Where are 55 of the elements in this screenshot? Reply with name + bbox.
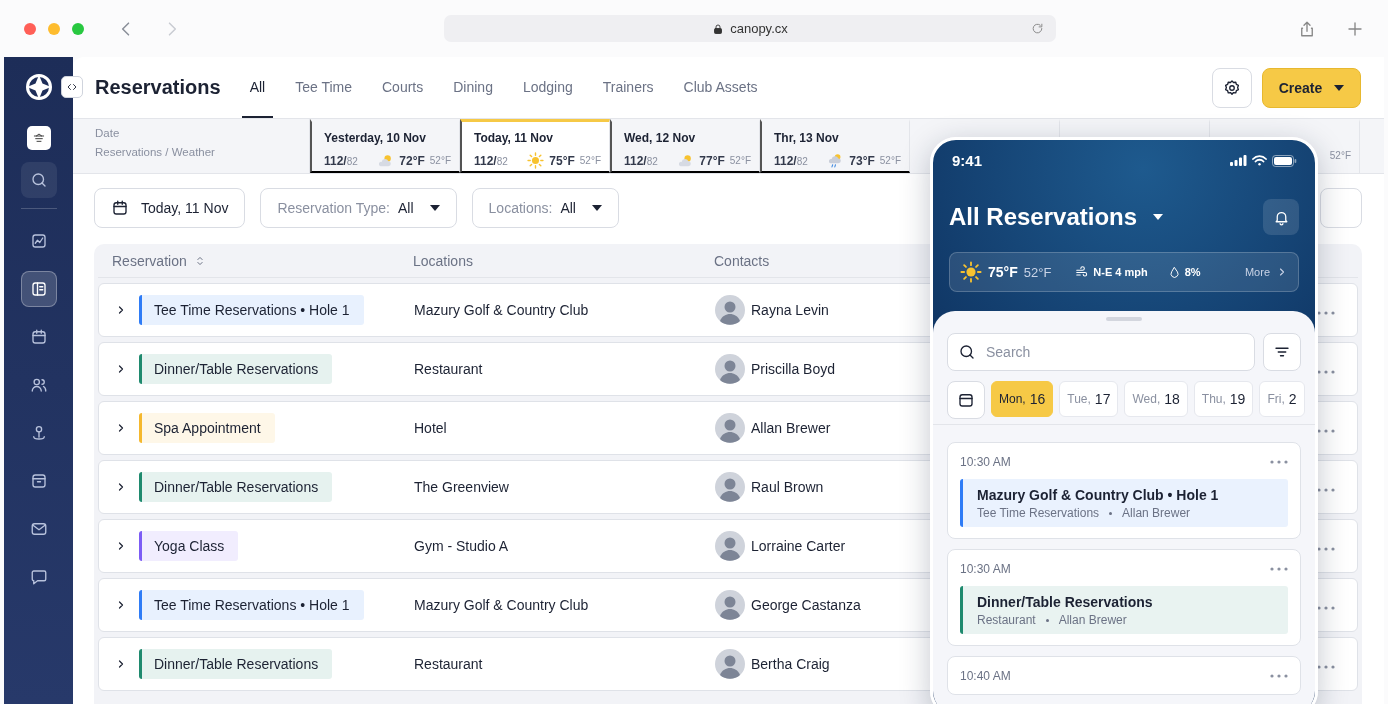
contact-name: Lorraine Carter xyxy=(751,538,846,554)
reservation-details: Dinner/Table Reservations Restaurant Allan Brewer xyxy=(960,586,1288,634)
reservation-tag: Spa Appointment xyxy=(139,413,275,443)
location-cell-text: Hotel xyxy=(414,420,448,436)
location-cell-text: Restaurant xyxy=(414,656,484,672)
low-temperature: 52°F xyxy=(429,155,451,166)
reservation-tag: Dinner/Table Reservations xyxy=(139,649,333,679)
low-temperature: 52°F xyxy=(729,155,751,166)
reservation-count: 112/82 xyxy=(774,153,808,168)
location-cell-text: Mazury Golf & Country Club xyxy=(414,597,590,613)
reservation-type: Restaurant xyxy=(977,613,1036,627)
location-cell-text: Restaurant xyxy=(414,361,484,377)
page-title: Reservations xyxy=(95,76,221,99)
low-temperature: 52°F xyxy=(1023,264,1052,280)
location-cell-text: The Greenview xyxy=(414,479,510,495)
reservation-tag: Yoga Class xyxy=(139,531,239,561)
reservation-time: 10:40 AM xyxy=(960,669,1011,683)
reservation-tag: Dinner/Table Reservations xyxy=(139,472,333,502)
contact-name: Bertha Craig xyxy=(751,656,830,672)
contact-name: George Castanza xyxy=(751,597,861,613)
wind-reading: N-E 4 mph xyxy=(1093,266,1148,278)
reservation-tag: Tee Time Reservations • Hole 1 xyxy=(139,590,364,620)
reservation-tag: Tee Time Reservations • Hole 1 xyxy=(139,295,364,325)
high-temperature: 72°F xyxy=(399,153,425,168)
high-temperature: 75°F xyxy=(988,264,1018,280)
low-temperature: 52°F xyxy=(1329,150,1351,161)
column-label: Date xyxy=(95,127,121,139)
location-cell-text: Mazury Golf & Country Club xyxy=(414,302,590,318)
date-label: Yesterday, 10 Nov xyxy=(324,131,427,146)
low-temperature: 52°F xyxy=(879,155,901,166)
date-label: Wed, 12 Nov xyxy=(624,131,697,146)
reservation-details: Mazury Golf & Country Club • Hole 1 Tee Time Reservations Allan Brewer xyxy=(960,479,1288,527)
contact-name: Allan Brewer xyxy=(751,420,831,436)
rain-chance: 8% xyxy=(1184,266,1201,278)
column-header: Contacts xyxy=(714,252,771,269)
column-header: Locations xyxy=(413,252,474,269)
reservation-time: 10:30 AM xyxy=(960,562,1011,576)
date-label: Thr, 13 Nov xyxy=(774,131,840,146)
status-time: 9:41 xyxy=(952,152,983,169)
reservation-count: 112/82 xyxy=(474,153,508,168)
screen-title: All Reservations xyxy=(949,203,1138,231)
date-label: Today, 11 Nov xyxy=(474,131,554,146)
contact-name: Priscilla Boyd xyxy=(751,361,836,377)
contact-name: Allan Brewer xyxy=(1058,613,1127,627)
low-temperature: 52°F xyxy=(579,155,601,166)
location-cell-text: Gym - Studio A xyxy=(414,538,510,554)
high-temperature: 75°F xyxy=(549,153,575,168)
high-temperature: 77°F xyxy=(699,153,725,168)
high-temperature: 73°F xyxy=(849,153,875,168)
contact-name: Raul Brown xyxy=(751,479,824,495)
column-label: Reservations / Weather xyxy=(95,146,216,158)
reservation-tag: Dinner/Table Reservations xyxy=(139,354,333,384)
reservation-count: 112/82 xyxy=(324,153,358,168)
contact-name: Rayna Levin xyxy=(751,302,829,318)
reservation-count: 112/82 xyxy=(624,153,658,168)
